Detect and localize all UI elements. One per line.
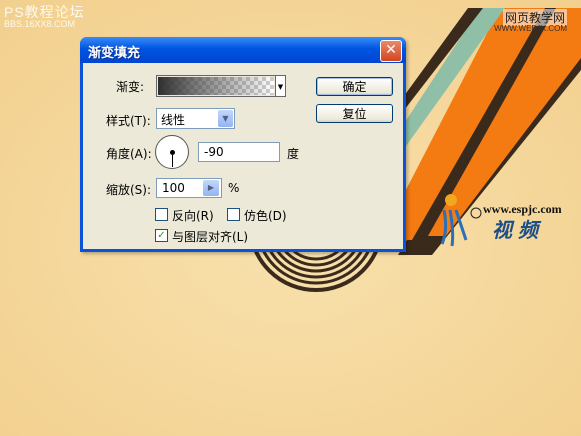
gradient-swatch — [158, 77, 274, 95]
align-with-layer-label: 与图层对齐(L) — [172, 230, 249, 244]
angle-label: 角度(A): — [106, 147, 152, 161]
style-select-value: 线性 — [161, 113, 186, 127]
style-label: 样式(T): — [106, 114, 151, 128]
scale-label: 缩放(S): — [106, 183, 152, 197]
gradient-fill-dialog: 渐变填充 ✕ 渐变: ▼ 确定 复位 样式(T): 线性 ▼ 角度(A): -9… — [80, 37, 406, 252]
reverse-label: 反向(R) — [172, 209, 214, 223]
watermark-top-right-url: WWW.WEBJX.COM — [494, 24, 567, 33]
angle-unit: 度 — [287, 147, 300, 161]
chevron-down-icon[interactable]: ▼ — [218, 110, 233, 127]
scale-input-value: 100 — [162, 181, 185, 195]
close-button[interactable]: ✕ — [380, 40, 402, 62]
angle-input[interactable]: -90 — [198, 142, 280, 162]
dialog-body: 渐变: ▼ 确定 复位 样式(T): 线性 ▼ 角度(A): -90 度 缩放(… — [83, 63, 403, 249]
reverse-checkbox[interactable] — [155, 208, 168, 221]
dialog-title: 渐变填充 — [88, 46, 141, 61]
reset-button[interactable]: 复位 — [316, 104, 393, 123]
gradient-dropdown-arrow[interactable]: ▼ — [276, 75, 286, 97]
align-with-layer-checkbox[interactable]: ✓ — [155, 229, 168, 242]
scale-slider-arrow-icon[interactable]: ▶ — [203, 180, 219, 196]
checkmark-icon: ✓ — [157, 230, 166, 241]
dither-checkbox[interactable] — [227, 208, 240, 221]
angle-input-value: -90 — [204, 145, 224, 159]
triangle-down-icon: ▼ — [277, 83, 284, 91]
gradient-label: 渐变: — [116, 80, 145, 94]
gradient-preview[interactable] — [156, 75, 276, 97]
watermark-site-url: BBS.16XX8.COM — [4, 19, 76, 29]
close-icon: ✕ — [385, 42, 397, 58]
angle-dial-center — [170, 150, 175, 155]
angle-dial[interactable] — [155, 135, 189, 169]
brand-name: 视频 — [492, 218, 544, 242]
dialog-titlebar[interactable]: 渐变填充 ✕ — [80, 37, 406, 63]
ok-button[interactable]: 确定 — [316, 77, 393, 96]
scale-unit: % — [228, 181, 240, 195]
dither-label: 仿色(D) — [244, 209, 287, 223]
style-select[interactable]: 线性 ▼ — [156, 108, 235, 129]
